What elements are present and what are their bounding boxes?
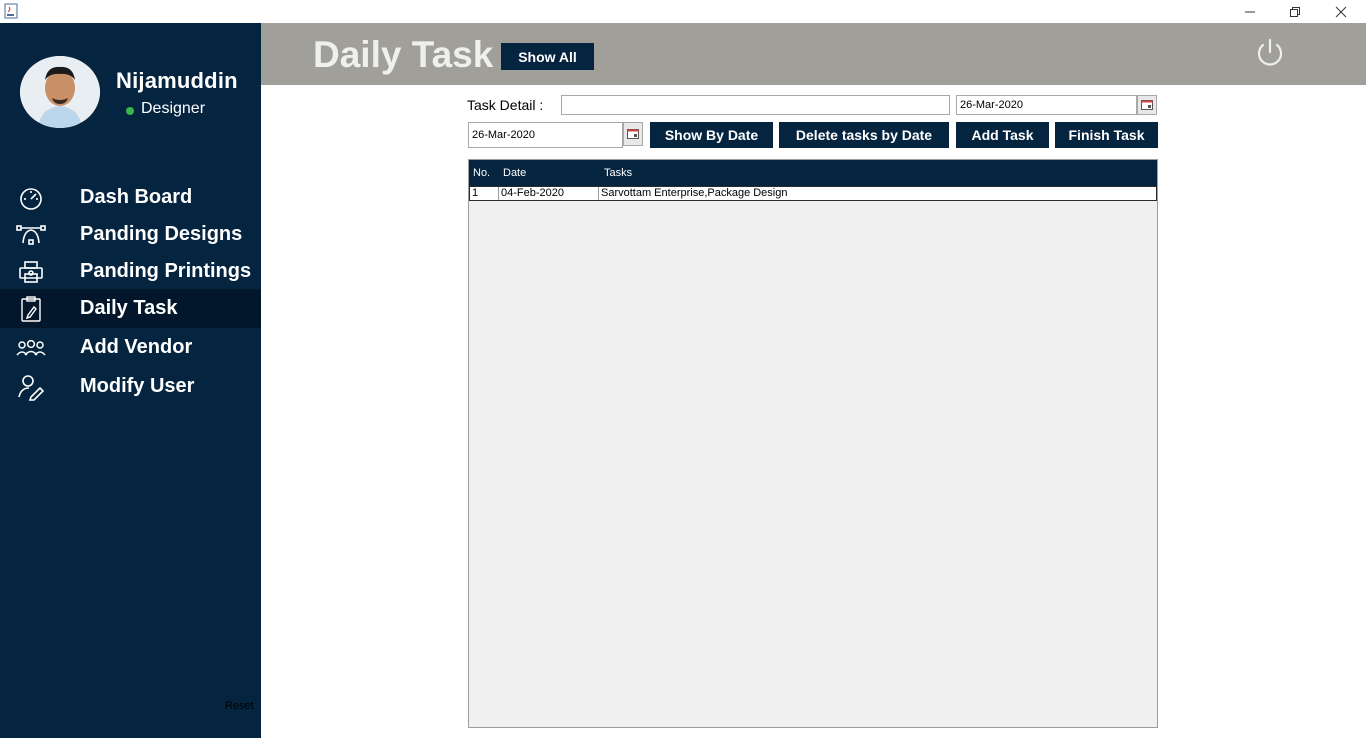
avatar [20, 56, 100, 128]
task-date-calendar-button[interactable] [1137, 95, 1157, 115]
column-header-date[interactable]: Date [503, 167, 526, 179]
calendar-icon [627, 129, 639, 139]
finish-task-button[interactable]: Finish Task [1055, 122, 1158, 148]
filter-date-calendar-button[interactable] [623, 122, 643, 146]
calendar-icon [1141, 100, 1153, 110]
sidebar-item-modify-user[interactable]: Modify User [0, 367, 261, 406]
people-group-icon [16, 333, 46, 363]
table-header: No. Date Tasks [469, 160, 1157, 186]
sidebar-item-panding-designs[interactable]: Panding Designs [0, 215, 261, 254]
window-titlebar [0, 0, 1366, 23]
show-all-button[interactable]: Show All [501, 43, 594, 70]
power-icon[interactable] [1254, 37, 1286, 69]
java-icon[interactable] [4, 3, 18, 19]
online-status-icon [126, 107, 134, 115]
sidebar-item-label: Panding Designs [80, 223, 243, 245]
reset-link[interactable]: Reset [225, 700, 254, 712]
printer-icon [16, 257, 46, 287]
task-date-field[interactable]: 26-Mar-2020 [956, 95, 1137, 115]
sidebar-item-daily-task[interactable]: Daily Task [0, 289, 261, 328]
tasks-table[interactable]: No. Date Tasks 1 04-Feb-2020 Sarvottam E… [468, 159, 1158, 728]
bezier-pen-icon [16, 220, 46, 250]
sidebar-item-label: Daily Task [80, 297, 178, 319]
sidebar-item-dash-board[interactable]: Dash Board [0, 178, 261, 217]
minimize-button[interactable] [1227, 0, 1273, 23]
cell-date: 04-Feb-2020 [499, 187, 599, 200]
task-detail-label: Task Detail : [467, 97, 544, 113]
delete-tasks-by-date-button[interactable]: Delete tasks by Date [779, 122, 949, 148]
sidebar-item-label: Dash Board [80, 186, 193, 208]
user-edit-icon [16, 372, 46, 402]
sidebar-item-add-vendor[interactable]: Add Vendor [0, 328, 261, 367]
page-header: Daily Task Show All [261, 23, 1366, 85]
task-detail-input[interactable] [561, 95, 950, 115]
sidebar-item-label: Add Vendor [80, 336, 193, 358]
add-task-button[interactable]: Add Task [956, 122, 1049, 148]
close-button[interactable] [1318, 0, 1364, 23]
filter-date-field[interactable]: 26-Mar-2020 [468, 122, 623, 148]
cell-no: 1 [470, 187, 499, 200]
restore-button[interactable] [1272, 0, 1318, 23]
sidebar-item-label: Modify User [80, 375, 195, 397]
cell-task: Sarvottam Enterprise,Package Design [601, 187, 788, 199]
column-header-tasks[interactable]: Tasks [604, 167, 632, 179]
user-role: Designer [141, 100, 206, 117]
restore-icon [1290, 6, 1300, 17]
sidebar: Nijamuddin Designer Dash Board Panding D… [0, 23, 261, 738]
show-by-date-button[interactable]: Show By Date [650, 122, 773, 148]
close-icon [1335, 6, 1347, 17]
column-header-no[interactable]: No. [473, 167, 490, 179]
page-title: Daily Task [313, 34, 494, 75]
clipboard-pen-icon [16, 294, 46, 324]
speedometer-icon [16, 183, 46, 213]
user-name: Nijamuddin [116, 68, 238, 93]
minimize-icon [1245, 11, 1255, 12]
sidebar-item-label: Panding Printings [80, 260, 252, 282]
sidebar-item-panding-printings[interactable]: Panding Printings [0, 252, 261, 291]
table-row[interactable]: 1 04-Feb-2020 Sarvottam Enterprise,Packa… [469, 186, 1157, 201]
